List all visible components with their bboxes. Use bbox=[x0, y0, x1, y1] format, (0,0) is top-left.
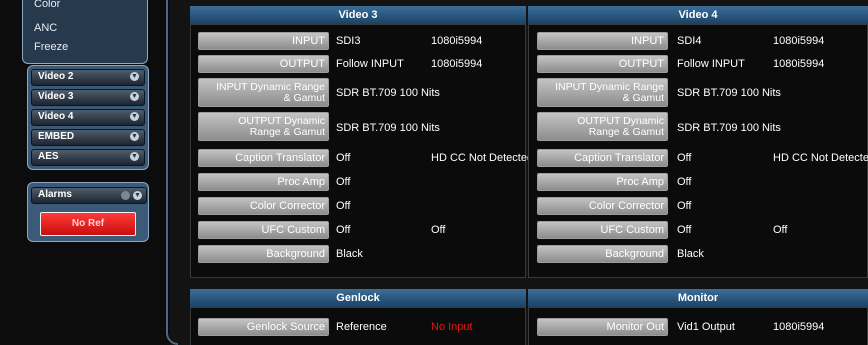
submenu-item-color[interactable]: Color bbox=[34, 0, 60, 10]
output-dynamic-range-value: SDR BT.709 100 Nits bbox=[677, 122, 781, 134]
video4-title: Video 4 bbox=[528, 6, 868, 24]
monitor-panel: Monitor Monitor Out Vid1 Output 1080i599… bbox=[528, 289, 868, 345]
input-format-value: 1080i5994 bbox=[773, 35, 825, 47]
sidebar: Color ANC Freeze Video 2 ▼ Video 3 ▼ Vid… bbox=[0, 0, 170, 345]
ufc-custom-button[interactable]: UFC Custom bbox=[537, 221, 668, 239]
button-line: & Gamut bbox=[622, 92, 664, 104]
chevron-down-icon: ▼ bbox=[133, 191, 142, 200]
nav-item-aes[interactable]: AES ▼ bbox=[31, 149, 145, 166]
caption-status-value: HD CC Not Detected bbox=[431, 152, 534, 164]
video4-panel: Video 4 INPUT SDI4 1080i5994 OUTPUT Foll… bbox=[528, 6, 868, 278]
ufc-custom-value-2: Off bbox=[773, 224, 788, 236]
caption-translator-button[interactable]: Caption Translator bbox=[537, 149, 668, 167]
alarms-header[interactable]: Alarms ▼ bbox=[31, 187, 147, 204]
video3-body: INPUT SDI3 1080i5994 OUTPUT Follow INPUT… bbox=[190, 24, 533, 278]
button-line: & Gamut bbox=[283, 92, 325, 104]
input-source-value: SDI4 bbox=[677, 35, 702, 47]
video3-title: Video 3 bbox=[190, 6, 526, 24]
proc-amp-value: Off bbox=[336, 176, 351, 188]
output-source-value: Follow INPUT bbox=[677, 58, 745, 70]
main-frame-border bbox=[166, 0, 178, 345]
monitor-format-value: 1080i5994 bbox=[773, 321, 825, 333]
button-line: Range & Gamut bbox=[588, 126, 664, 138]
color-corrector-value: Off bbox=[677, 200, 692, 212]
chevron-down-icon: ▼ bbox=[130, 112, 139, 121]
output-format-value: 1080i5994 bbox=[773, 58, 825, 70]
input-dynamic-range-value: SDR BT.709 100 Nits bbox=[336, 87, 440, 99]
background-value: Black bbox=[336, 248, 363, 260]
monitor-body: Monitor Out Vid1 Output 1080i5994 bbox=[528, 307, 868, 345]
genlock-title: Genlock bbox=[190, 289, 526, 307]
genlock-status-value: No Input bbox=[431, 321, 473, 333]
output-dynamic-range-button[interactable]: OUTPUT Dynamic Range & Gamut bbox=[198, 112, 329, 141]
monitor-source-value: Vid1 Output bbox=[677, 321, 735, 333]
submenu-item-freeze[interactable]: Freeze bbox=[34, 41, 68, 53]
output-dynamic-range-value: SDR BT.709 100 Nits bbox=[336, 122, 440, 134]
nav-item-embed[interactable]: EMBED ▼ bbox=[31, 129, 145, 146]
no-ref-alarm-button[interactable]: No Ref bbox=[40, 212, 136, 236]
nav-label: Video 4 bbox=[38, 111, 74, 122]
background-value: Black bbox=[677, 248, 704, 260]
caption-status-value: HD CC Not Detecte bbox=[773, 152, 868, 164]
output-button[interactable]: OUTPUT bbox=[198, 55, 329, 73]
input-button[interactable]: INPUT bbox=[537, 32, 668, 50]
chevron-down-icon: ▼ bbox=[130, 92, 139, 101]
caption-translator-button[interactable]: Caption Translator bbox=[198, 149, 329, 167]
caption-translator-value: Off bbox=[336, 152, 351, 164]
input-dynamic-range-value: SDR BT.709 100 Nits bbox=[677, 87, 781, 99]
nav-label: EMBED bbox=[38, 131, 75, 142]
input-dynamic-range-button[interactable]: INPUT Dynamic Range & Gamut bbox=[198, 78, 329, 107]
genlock-source-value: Reference bbox=[336, 321, 387, 333]
button-line: Range & Gamut bbox=[249, 126, 325, 138]
color-corrector-value: Off bbox=[336, 200, 351, 212]
proc-amp-value: Off bbox=[677, 176, 692, 188]
ufc-custom-value-2: Off bbox=[431, 224, 446, 236]
chevron-down-icon: ▼ bbox=[130, 132, 139, 141]
output-format-value: 1080i5994 bbox=[431, 58, 483, 70]
nav-label: Video 2 bbox=[38, 71, 74, 82]
ufc-custom-value: Off bbox=[336, 224, 351, 236]
chevron-down-icon: ▼ bbox=[130, 152, 139, 161]
nav-label: AES bbox=[38, 151, 59, 162]
input-source-value: SDI3 bbox=[336, 35, 361, 47]
input-dynamic-range-button[interactable]: INPUT Dynamic Range & Gamut bbox=[537, 78, 668, 107]
chevron-down-icon: ▼ bbox=[130, 72, 139, 81]
monitor-out-button[interactable]: Monitor Out bbox=[537, 318, 668, 336]
output-dynamic-range-button[interactable]: OUTPUT Dynamic Range & Gamut bbox=[537, 112, 668, 141]
color-corrector-button[interactable]: Color Corrector bbox=[537, 197, 668, 215]
input-format-value: 1080i5994 bbox=[431, 35, 483, 47]
genlock-panel: Genlock Genlock Source Reference No Inpu… bbox=[190, 289, 526, 345]
color-corrector-button[interactable]: Color Corrector bbox=[198, 197, 329, 215]
nav-item-video-4[interactable]: Video 4 ▼ bbox=[31, 109, 145, 126]
nav-item-video-3[interactable]: Video 3 ▼ bbox=[31, 89, 145, 106]
video1-submenu: Color ANC Freeze bbox=[22, 0, 148, 64]
video-nav-group: Video 2 ▼ Video 3 ▼ Video 4 ▼ EMBED ▼ AE… bbox=[27, 65, 149, 170]
proc-amp-button[interactable]: Proc Amp bbox=[537, 173, 668, 191]
output-source-value: Follow INPUT bbox=[336, 58, 404, 70]
status-light-icon bbox=[121, 191, 130, 200]
nav-label: Video 3 bbox=[38, 91, 74, 102]
ufc-custom-value: Off bbox=[677, 224, 692, 236]
monitor-title: Monitor bbox=[528, 289, 868, 307]
nav-item-video-2[interactable]: Video 2 ▼ bbox=[31, 69, 145, 86]
caption-translator-value: Off bbox=[677, 152, 692, 164]
ufc-custom-button[interactable]: UFC Custom bbox=[198, 221, 329, 239]
background-button[interactable]: Background bbox=[537, 245, 668, 263]
video3-panel: Video 3 INPUT SDI3 1080i5994 OUTPUT Foll… bbox=[190, 6, 533, 278]
background-button[interactable]: Background bbox=[198, 245, 329, 263]
input-button[interactable]: INPUT bbox=[198, 32, 329, 50]
output-button[interactable]: OUTPUT bbox=[537, 55, 668, 73]
proc-amp-button[interactable]: Proc Amp bbox=[198, 173, 329, 191]
submenu-item-anc[interactable]: ANC bbox=[34, 22, 57, 34]
alarms-panel: Alarms ▼ No Ref bbox=[27, 182, 149, 242]
video4-body: INPUT SDI4 1080i5994 OUTPUT Follow INPUT… bbox=[528, 24, 868, 278]
genlock-source-button[interactable]: Genlock Source bbox=[198, 318, 329, 336]
genlock-body: Genlock Source Reference No Input bbox=[190, 307, 526, 345]
alarms-label: Alarms bbox=[38, 189, 72, 200]
